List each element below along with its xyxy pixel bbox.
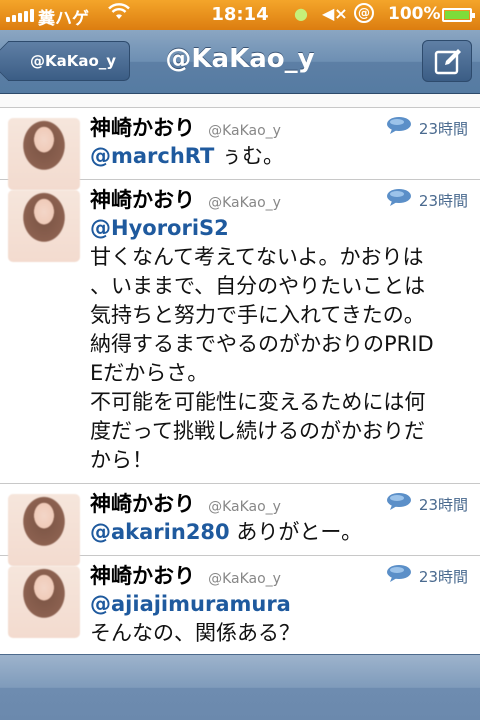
mention-link[interactable]: @ajiajimuramura	[90, 590, 468, 619]
signal-icon	[6, 8, 34, 22]
reply-bubble-icon	[387, 493, 411, 510]
nav-bar: @KaKao_y @KaKao_y	[0, 30, 480, 94]
wifi-icon	[108, 3, 130, 26]
chat-icon: ●	[294, 4, 308, 23]
battery-icon	[442, 8, 475, 22]
tweet-line: から！	[90, 448, 153, 472]
author-name[interactable]: 神崎かおり	[90, 492, 195, 516]
reply-bubble-icon	[387, 565, 411, 582]
reply-bubble-icon	[387, 117, 411, 134]
bottom-toolbar	[0, 654, 480, 720]
author-name[interactable]: 神崎かおり	[90, 116, 195, 140]
tweet-row[interactable]: 神崎かおり @KaKao_y 23時間 @HyororiS2 甘くなんて考えてな…	[0, 180, 480, 484]
tweet-text: @akarin280 ありがとー。	[90, 520, 363, 544]
timestamp: 23時間	[418, 120, 468, 138]
timestamp: 23時間	[418, 496, 468, 514]
tweet-line: 甘くなんて考えてないよ。かおりは	[90, 245, 424, 269]
tweet-row[interactable]: 神崎かおり @KaKao_y 23時間 @ajiajimuramura そんなの…	[0, 556, 480, 654]
timestamp: 23時間	[418, 192, 468, 210]
tweet-line: 気持ちと努力で手に入れてきたの。	[90, 303, 425, 327]
compose-icon	[434, 49, 461, 75]
battery-percent: 100%	[388, 4, 441, 24]
mute-icon: ◀×	[322, 4, 348, 23]
author-name[interactable]: 神崎かおり	[90, 564, 195, 588]
avatar[interactable]	[8, 566, 80, 638]
tweet-line: 不可能を可能性に変えるためには何	[90, 390, 426, 414]
avatar[interactable]	[8, 190, 80, 262]
mention-link[interactable]: @akarin280	[90, 520, 230, 544]
author-handle: @KaKao_y	[208, 195, 281, 211]
tweet-line: 度だって挑戦し続けるのがかおりだ	[90, 419, 425, 443]
timeline[interactable]: 神崎かおり @KaKao_y 23時間 @marchRT ぅむ。 神崎かおり @…	[0, 94, 480, 654]
tweet-line: Eだからさ。	[90, 361, 209, 385]
timestamp: 23時間	[418, 568, 468, 586]
author-handle: @KaKao_y	[208, 499, 281, 515]
tweet-text: @ajiajimuramura そんなの、関係ある？	[90, 590, 468, 648]
mention-link[interactable]: @HyororiS2	[90, 214, 468, 243]
back-button-label: @KaKao_y	[30, 52, 117, 70]
author-handle: @KaKao_y	[208, 571, 281, 587]
tweet-line: 、いままで、自分のやりたいことは	[90, 274, 426, 298]
tweet-row[interactable]: 神崎かおり @KaKao_y 23時間 @akarin280 ありがとー。	[0, 484, 480, 566]
tweet-text: @HyororiS2 甘くなんて考えてないよ。かおりは 、いままで、自分のやりた…	[90, 214, 468, 475]
tweet-line: 納得するまでやるのがかおりのPRID	[90, 332, 434, 356]
tweet-row[interactable]: 神崎かおり @KaKao_y 23時間 @marchRT ぅむ。	[0, 108, 480, 190]
back-button[interactable]: @KaKao_y	[8, 41, 130, 81]
tweet-line: そんなの、関係ある？	[90, 621, 300, 645]
status-bar: 糞ハゲ 18:14 ● ◀× @ 100%	[0, 0, 480, 30]
tweet-text: @marchRT ぅむ。	[90, 144, 285, 168]
compose-button[interactable]	[422, 40, 472, 82]
carrier-name: 糞ハゲ	[38, 9, 89, 29]
author-handle: @KaKao_y	[208, 123, 281, 139]
page-title: @KaKao_y	[165, 44, 315, 74]
timeline-top-divider	[0, 94, 480, 108]
reply-bubble-icon	[387, 189, 411, 206]
mention-link[interactable]: @marchRT	[90, 144, 214, 168]
at-sign-icon: @	[354, 3, 374, 23]
author-name[interactable]: 神崎かおり	[90, 188, 195, 212]
